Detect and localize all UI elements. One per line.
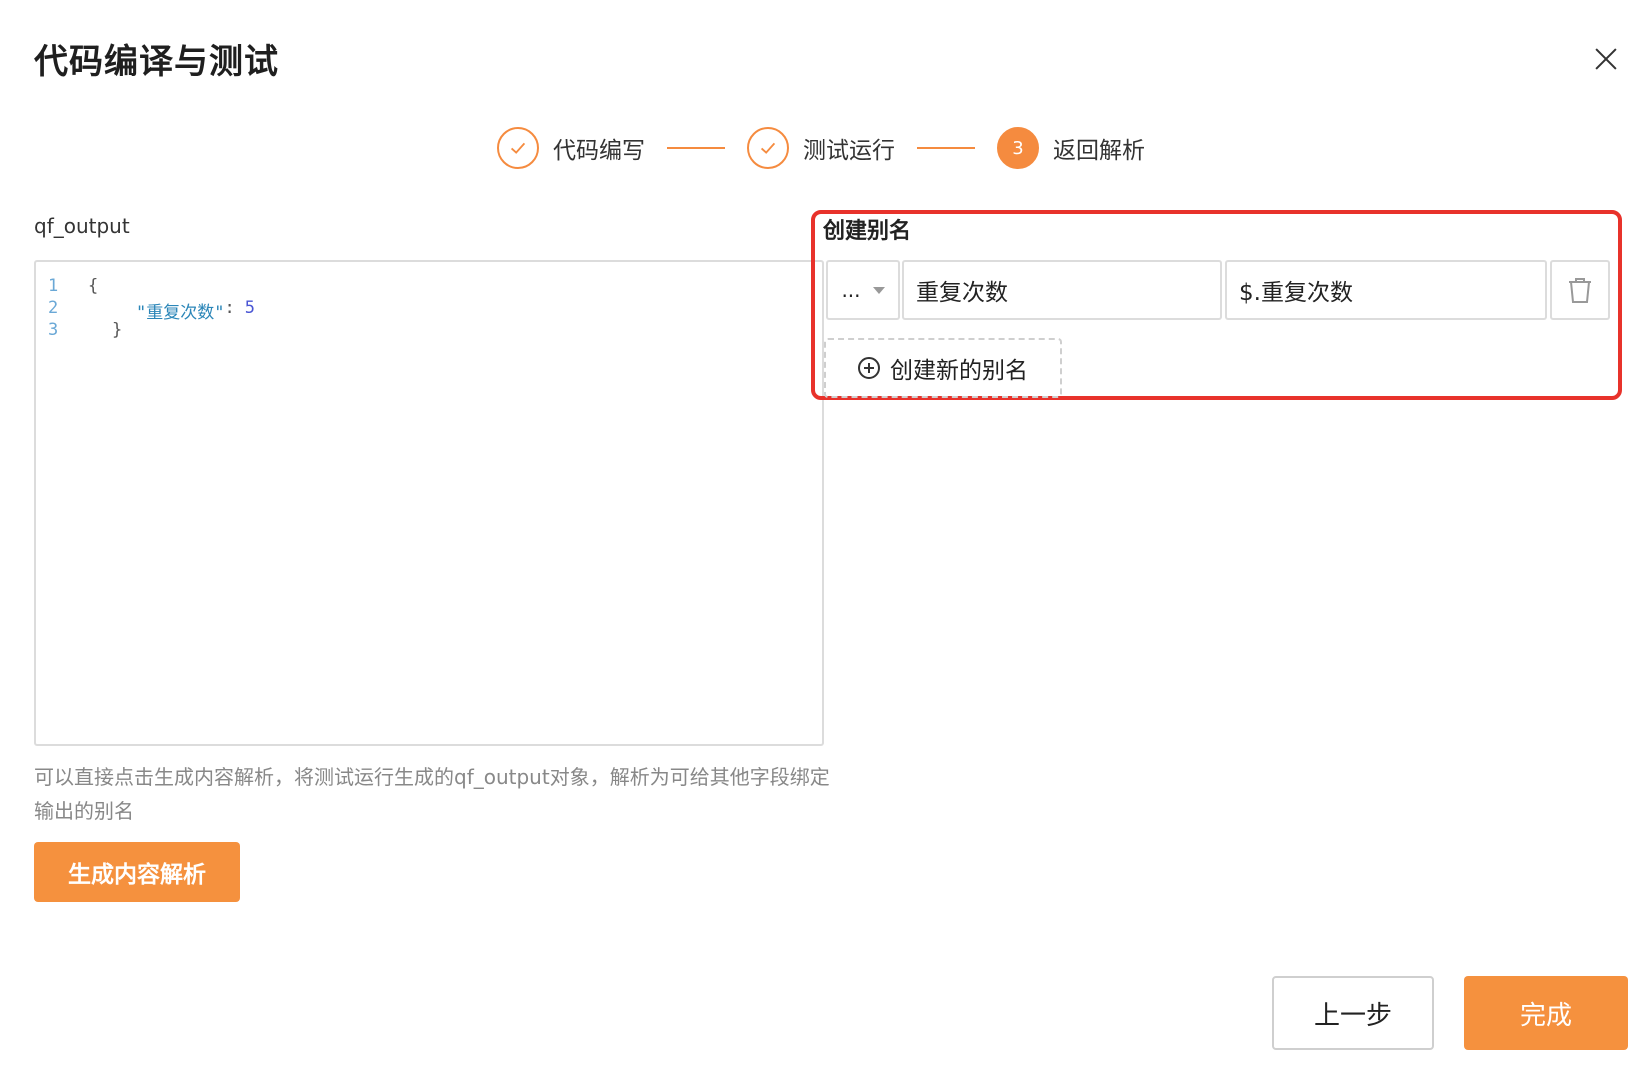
close-icon[interactable] (1588, 42, 1624, 78)
step-label: 代码编写 (553, 138, 645, 164)
code-line: 3 } (48, 320, 122, 342)
code-line: 1 { (48, 276, 98, 298)
create-alias-title: 创建别名 (823, 219, 912, 244)
step-code-writing: 代码编写 (497, 127, 645, 169)
generate-parse-button[interactable]: 生成内容解析 (34, 842, 240, 902)
code-colon: : (224, 298, 235, 318)
code-open-brace: { (88, 276, 99, 296)
line-number: 2 (48, 298, 59, 318)
check-icon (497, 127, 539, 169)
output-label: qf_output (34, 214, 130, 238)
help-text: 可以直接点击生成内容解析，将测试运行生成的qf_output对象，解析为可给其他… (34, 765, 830, 823)
prev-step-button[interactable]: 上一步 (1272, 976, 1434, 1050)
chevron-down-icon (872, 286, 885, 294)
code-value: 5 (244, 298, 255, 318)
line-number: 3 (48, 320, 59, 340)
step-number-badge: 3 (997, 127, 1039, 169)
trash-icon (1569, 278, 1591, 303)
stepper: 代码编写 测试运行 3 返回解析 (497, 126, 1145, 170)
alias-type-select[interactable]: ... (826, 260, 900, 320)
alias-path-input[interactable]: $.重复次数 (1225, 260, 1547, 320)
step-label: 返回解析 (1053, 138, 1145, 164)
add-alias-button[interactable]: 创建新的别名 (824, 338, 1062, 398)
finish-button[interactable]: 完成 (1464, 976, 1628, 1050)
alias-name-input[interactable]: 重复次数 (902, 260, 1222, 320)
dialog-title: 代码编译与测试 (34, 42, 279, 82)
step-connector (667, 147, 725, 149)
select-value: ... (841, 278, 861, 302)
plus-circle-icon (858, 357, 880, 379)
code-line: 2 "重复次数" : 5 (48, 298, 255, 323)
step-return-parse: 3 返回解析 (997, 127, 1145, 169)
step-test-run: 测试运行 (747, 127, 895, 169)
code-key: "重复次数" (136, 303, 225, 323)
add-alias-label: 创建新的别名 (890, 358, 1028, 384)
line-number: 1 (48, 276, 59, 296)
step-label: 测试运行 (803, 138, 895, 164)
check-icon (747, 127, 789, 169)
step-connector (917, 147, 975, 149)
code-editor[interactable]: 1 { 2 "重复次数" : 5 3 } (34, 260, 824, 746)
code-close-brace: } (112, 320, 123, 340)
delete-alias-button[interactable] (1550, 260, 1610, 320)
